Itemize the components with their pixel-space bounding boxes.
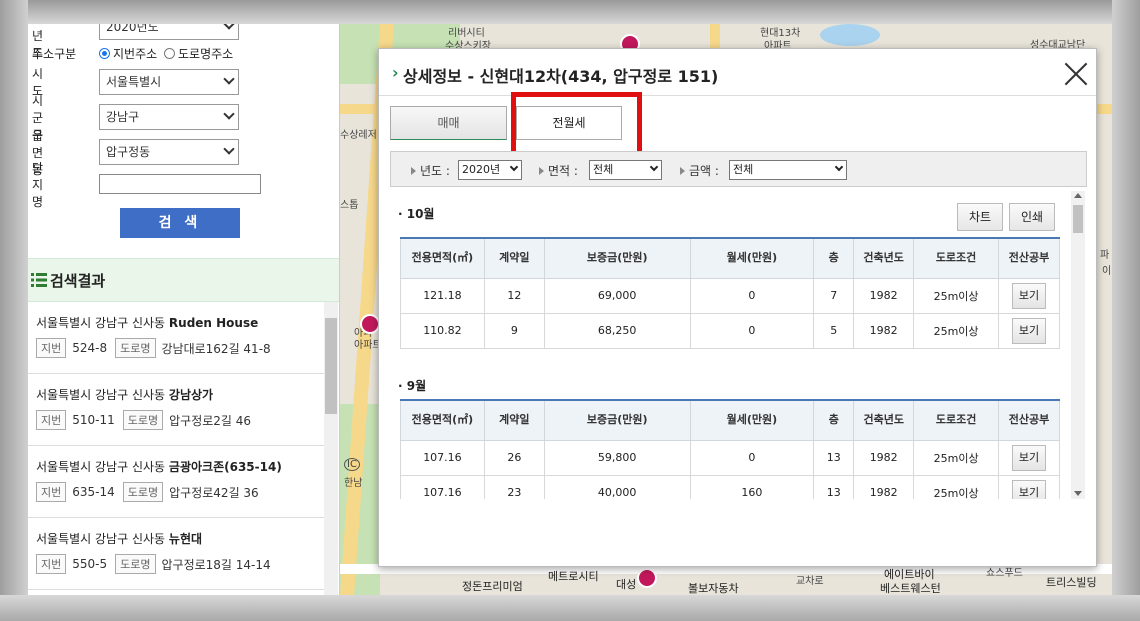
result-item[interactable]: 서울특별시 강남구 신사동 뉴현대 지번 550-5 도로명 압구정로18길 14-… <box>28 518 324 590</box>
amount-filter-label: 금액 : <box>680 162 719 179</box>
view-button[interactable]: 보기 <box>1011 282 1046 309</box>
sido-select[interactable]: 서울특별시 <box>99 69 239 95</box>
col-area: 전용면적(㎡) <box>400 237 485 279</box>
scroll-down-icon[interactable] <box>1074 491 1082 496</box>
address-type-label: 주소구분 <box>32 46 77 61</box>
result-item[interactable]: 서울특별시 강남구 신사동 강남상가 지번 510-11 도로명 압구정로2길 46 <box>28 374 324 446</box>
detail-dialog: › 상세정보 - 신현대12차(434, 압구정로 151) 매매 전월세 년도… <box>378 48 1097 567</box>
address-type-row: 주소구분 지번주소 도로명주소 <box>28 40 339 66</box>
result-title: 서울특별시 강남구 신사동 Ruden House <box>36 316 259 330</box>
table-header: 전용면적(㎡) 계약일 보증금(만원) 월세(만원) 층 건축년도 도로조건 전… <box>400 237 1061 279</box>
table-row: 107.16 23 40,000 160 13 1982 25m이상 보기 <box>400 474 1060 499</box>
building-marker[interactable] <box>637 568 657 588</box>
map-label: 정돈프리미엄 <box>462 580 523 593</box>
result-title: 서울특별시 강남구 신사동 뉴현대 <box>36 532 203 546</box>
area-filter-label: 면적 : <box>539 162 578 179</box>
col-floor: 층 <box>813 237 855 279</box>
map-label: 스톱 <box>340 200 359 211</box>
window-frame-bottom <box>0 595 1140 621</box>
map-label: 한남 <box>344 478 363 489</box>
area-filter-select[interactable]: 전체 <box>589 160 662 180</box>
month-title: · 10월 <box>398 207 435 221</box>
dialog-scrollbar-thumb[interactable] <box>1073 205 1083 233</box>
road-radio-label: 도로명주소 <box>178 46 234 61</box>
tab-sale[interactable]: 매매 <box>390 106 507 140</box>
year-filter-label: 년도 : <box>411 162 450 179</box>
complex-name-input[interactable] <box>99 174 261 194</box>
view-button[interactable]: 보기 <box>1012 444 1046 471</box>
search-button[interactable]: 검 색 <box>120 208 240 238</box>
map-label: 파 <box>1100 250 1110 261</box>
search-panel: 기준년도 2020년도 주소구분 지번주소 도로명주소 시도 서울특별시 시군구… <box>28 24 340 595</box>
results-header: 검색결과 <box>28 258 339 302</box>
results-scrollbar[interactable] <box>324 302 338 595</box>
year-filter-select[interactable]: 2020년 <box>458 160 522 180</box>
col-date: 계약일 <box>483 237 545 279</box>
map-label: 트리스빌딩 <box>1046 576 1097 589</box>
highlight-box <box>511 92 642 157</box>
complex-label: 단지명 <box>32 160 44 209</box>
result-meta: 지번 550-5 도로명 압구정로18길 14-14 <box>36 554 271 574</box>
map-label: 메트로시티 <box>548 570 599 583</box>
jibun-radio[interactable] <box>99 47 110 59</box>
dialog-scrollbar[interactable] <box>1071 191 1085 499</box>
list-icon <box>31 273 47 287</box>
map-label: 베스트웨스턴 <box>880 582 941 595</box>
col-built-year: 건축년도 <box>853 237 915 279</box>
close-icon[interactable] <box>1063 61 1089 87</box>
title-arrow-icon: › <box>392 63 399 82</box>
window-frame-right <box>1112 0 1140 621</box>
result-meta: 지번 635-14 도로명 압구정로42길 36 <box>36 482 259 502</box>
result-meta: 지번 524-8 도로명 강남대로162길 41-8 <box>36 338 271 358</box>
year-select[interactable]: 2020년도 <box>99 24 239 40</box>
map-label: 볼보자동차 <box>688 582 739 595</box>
building-marker[interactable] <box>360 314 380 334</box>
map-label: 수상레저 <box>340 130 377 141</box>
window-frame-left <box>0 0 28 621</box>
sigungu-select[interactable]: 강남구 <box>99 104 239 130</box>
month-title: · 9월 <box>398 379 427 393</box>
result-meta: 지번 510-11 도로명 압구정로2길 46 <box>36 410 251 430</box>
result-title: 서울특별시 강남구 신사동 강남상가 <box>36 388 214 402</box>
amount-filter-select[interactable]: 전체 <box>729 160 847 180</box>
table-row: 121.18 12 69,000 0 7 1982 25m이상 보기 <box>400 277 1061 314</box>
result-item[interactable]: 서울특별시 강남구 신사동 Ruden House 지번 524-8 도로명 강남대… <box>28 302 324 374</box>
transactions-table: 전용면적(㎡) 계약일 보증금(만원) 월세(만원) 층 건축년도 도로조건 전… <box>400 399 1060 499</box>
map-label: 대성 <box>616 578 637 591</box>
filter-bar: 년도 : 2020년 면적 : 전체 금액 : 전체 <box>390 151 1087 187</box>
map-label: IC <box>344 458 360 471</box>
scroll-up-icon[interactable] <box>1074 193 1082 198</box>
col-registry: 전산공부 <box>997 237 1061 279</box>
col-monthly: 월세(만원) <box>689 237 815 279</box>
col-road: 도로조건 <box>913 237 999 279</box>
transactions-table: 전용면적(㎡) 계약일 보증금(만원) 월세(만원) 층 건축년도 도로조건 전… <box>400 237 1061 349</box>
view-button[interactable]: 보기 <box>1011 317 1046 344</box>
title-divider <box>379 95 1096 96</box>
chart-button[interactable]: 차트 <box>957 203 1003 231</box>
map-label: 이 <box>1102 266 1112 277</box>
table-header: 전용면적(㎡) 계약일 보증금(만원) 월세(만원) 층 건축년도 도로조건 전… <box>400 399 1060 441</box>
dialog-title: 상세정보 - 신현대12차(434, 압구정로 151) <box>403 67 719 86</box>
print-button[interactable]: 인쇄 <box>1009 203 1055 231</box>
result-item[interactable]: 서울특별시 강남구 신사동 금광아크존(635-14) 지번 635-14 도로명… <box>28 446 324 518</box>
result-title: 서울특별시 강남구 신사동 금광아크존(635-14) <box>36 460 282 474</box>
view-button[interactable]: 보기 <box>1012 479 1046 499</box>
window-frame-top <box>0 0 1140 24</box>
table-row: 107.16 26 59,800 0 13 1982 25m이상 보기 <box>400 439 1060 476</box>
table-row: 110.82 9 68,250 0 5 1982 25m이상 보기 <box>400 312 1061 349</box>
col-deposit: 보증금(만원) <box>543 237 691 279</box>
map-label: 교차로 <box>796 576 824 587</box>
transactions-list[interactable]: · 10월 차트 인쇄 전용면적(㎡) 계약일 보증금(만원) 월세(만원) 층… <box>390 191 1071 499</box>
road-radio[interactable] <box>164 47 175 59</box>
results-scrollbar-thumb[interactable] <box>325 318 337 414</box>
map-water <box>820 24 880 46</box>
results-title: 검색결과 <box>50 272 106 290</box>
jibun-radio-label: 지번주소 <box>113 46 158 61</box>
dong-select[interactable]: 압구정동 <box>99 139 239 165</box>
